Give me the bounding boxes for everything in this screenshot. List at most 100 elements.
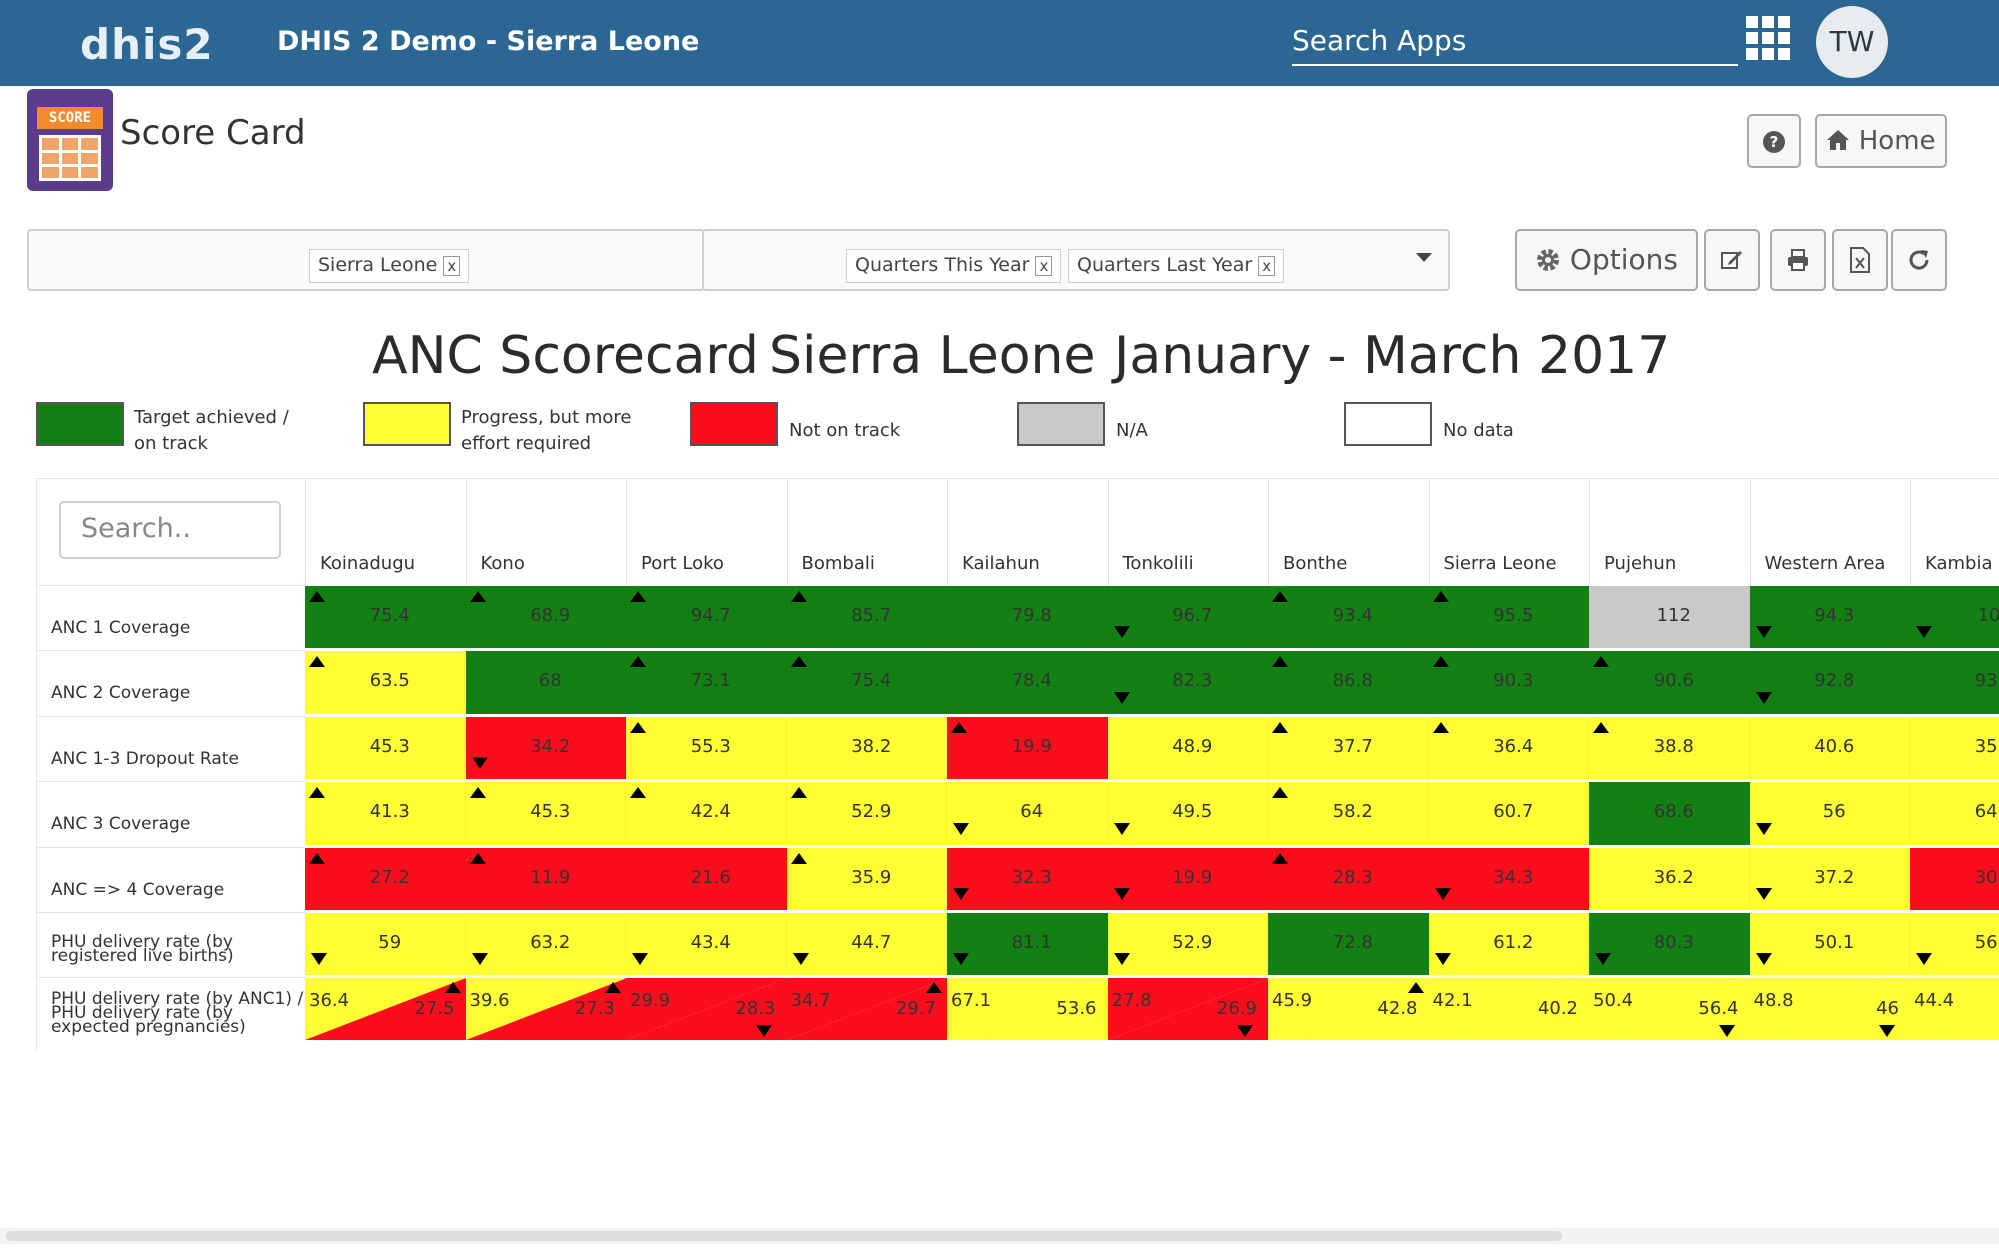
score-cell[interactable]: 32.3 <box>947 847 1108 910</box>
score-cell[interactable]: 58.2 <box>1268 782 1429 845</box>
row-label[interactable]: PHU delivery rate (by registered live bi… <box>37 912 305 977</box>
row-label[interactable]: ANC 1 Coverage <box>37 585 305 650</box>
score-cell[interactable]: 36.4 27.5 <box>305 978 466 1041</box>
score-cell[interactable]: 41.3 <box>305 782 466 845</box>
column-header[interactable]: Bonthe <box>1268 479 1429 585</box>
score-cell[interactable]: 45.9 42.8 <box>1268 978 1429 1041</box>
score-cell[interactable]: 100 <box>1910 586 1999 649</box>
row-label[interactable]: ANC 1-3 Dropout Rate <box>37 715 305 781</box>
score-cell[interactable]: 34.2 <box>465 716 626 780</box>
row-label[interactable]: ANC 2 Coverage <box>37 650 305 715</box>
score-cell[interactable]: 45.3 <box>305 716 466 780</box>
score-cell[interactable]: 75.4 <box>305 586 466 649</box>
score-cell[interactable]: 55.3 <box>626 716 787 780</box>
score-cell[interactable]: 30.2 <box>1910 847 1999 910</box>
score-cell[interactable]: 86.8 <box>1268 651 1429 714</box>
score-cell[interactable]: 21.6 <box>626 847 787 910</box>
column-header[interactable]: Port Loko <box>626 479 787 585</box>
export-excel-button[interactable] <box>1832 229 1888 291</box>
score-cell[interactable]: 27.8 26.9 <box>1107 978 1269 1041</box>
apps-grid-icon[interactable] <box>1746 16 1790 60</box>
score-cell[interactable]: 63.2 <box>465 913 626 976</box>
score-cell[interactable]: 36.4 <box>1428 716 1589 780</box>
row-label[interactable]: ANC 3 Coverage <box>37 781 305 846</box>
score-cell[interactable]: 90.6 <box>1589 651 1750 714</box>
score-cell[interactable]: 50.1 <box>1749 913 1910 976</box>
score-cell[interactable]: 39.6 27.3 <box>465 978 627 1041</box>
score-cell[interactable]: 59 <box>305 913 466 976</box>
score-cell[interactable]: 95.5 <box>1428 586 1589 649</box>
score-cell[interactable]: 96.7 <box>1107 586 1268 649</box>
score-cell[interactable]: 19.9 <box>1107 847 1268 910</box>
column-header[interactable]: Kambia <box>1910 479 1999 585</box>
refresh-button[interactable] <box>1891 229 1947 291</box>
score-cell[interactable]: 44.4 <box>1910 978 1999 1041</box>
score-cell[interactable]: 38.2 <box>786 716 947 780</box>
column-header[interactable]: Tonkolili <box>1107 479 1269 585</box>
search-apps-input[interactable]: Search Apps <box>1292 20 1738 66</box>
score-cell[interactable]: 40.6 <box>1749 716 1910 780</box>
score-cell[interactable]: 56 <box>1749 782 1910 845</box>
score-cell[interactable]: 68.6 <box>1589 782 1750 845</box>
score-cell[interactable]: 56.6 <box>1910 913 1999 976</box>
score-cell[interactable]: 78.4 <box>947 651 1108 714</box>
chevron-down-icon[interactable] <box>1416 253 1432 262</box>
period-selector[interactable]: Quarters This Year x Quarters Last Year x <box>702 229 1450 291</box>
score-cell[interactable]: 73.1 <box>626 651 787 714</box>
user-avatar[interactable]: TW <box>1816 6 1888 78</box>
score-cell[interactable]: 50.4 56.4 <box>1589 978 1750 1041</box>
score-cell[interactable]: 45.3 <box>465 782 626 845</box>
score-cell[interactable]: 61.2 <box>1428 913 1589 976</box>
org-unit-selector[interactable]: Sierra Leone x <box>27 229 705 291</box>
remove-org-chip-button[interactable]: x <box>443 256 461 276</box>
score-cell[interactable]: 94.7 <box>626 586 787 649</box>
score-cell[interactable]: 81.1 <box>947 913 1108 976</box>
score-cell[interactable]: 68 <box>465 651 626 714</box>
score-cell[interactable]: 35.9 <box>786 847 947 910</box>
remove-period-chip-button[interactable]: x <box>1258 256 1276 276</box>
scrollbar-thumb[interactable] <box>6 1231 1562 1241</box>
score-cell[interactable]: 36.2 <box>1589 847 1750 910</box>
score-cell[interactable]: 80.3 <box>1589 913 1750 976</box>
column-header[interactable]: Koinadugu <box>305 479 466 585</box>
score-cell[interactable]: 60.7 <box>1428 782 1589 845</box>
score-cell[interactable]: 48.8 46 <box>1749 978 1911 1041</box>
score-cell[interactable]: 28.3 <box>1268 847 1429 910</box>
score-cell[interactable]: 34.3 <box>1428 847 1589 910</box>
column-header[interactable]: Kailahun <box>947 479 1108 585</box>
options-button[interactable]: Options <box>1515 229 1698 291</box>
column-header[interactable]: Sierra Leone <box>1428 479 1590 585</box>
score-cell[interactable]: 42.1 40.2 <box>1428 978 1590 1041</box>
edit-button[interactable] <box>1704 229 1760 291</box>
horizontal-scrollbar[interactable] <box>0 1228 1999 1244</box>
score-cell[interactable]: 27.2 <box>305 847 466 910</box>
dhis2-logo[interactable]: dhis2 <box>80 20 214 69</box>
column-header[interactable]: Bombali <box>786 479 948 585</box>
score-cell[interactable]: 49.5 <box>1107 782 1268 845</box>
score-cell[interactable]: 63.5 <box>305 651 466 714</box>
score-cell[interactable]: 48.9 <box>1107 716 1268 780</box>
score-cell[interactable]: 68.9 <box>465 586 626 649</box>
print-button[interactable] <box>1770 229 1826 291</box>
home-button[interactable]: Home <box>1815 114 1947 168</box>
score-cell[interactable]: 75.4 <box>786 651 947 714</box>
score-cell[interactable]: 64 <box>947 782 1108 845</box>
column-header[interactable]: Pujehun <box>1589 479 1750 585</box>
score-cell[interactable]: 19.9 <box>947 716 1108 780</box>
row-label[interactable]: PHU delivery rate (by ANC1) / PHU delive… <box>37 977 305 1042</box>
score-cell[interactable]: 52.9 <box>786 782 947 845</box>
score-cell[interactable]: 44.7 <box>786 913 947 976</box>
score-cell[interactable]: 93.4 <box>1268 586 1429 649</box>
score-cell[interactable]: 112 <box>1589 586 1750 649</box>
column-header[interactable]: Western Area <box>1749 479 1911 585</box>
score-cell[interactable]: 43.4 <box>626 913 787 976</box>
score-cell[interactable]: 34.7 29.7 <box>786 978 948 1041</box>
score-cell[interactable]: 37.7 <box>1268 716 1429 780</box>
score-cell[interactable]: 93.7 <box>1910 651 1999 714</box>
column-header[interactable]: Kono <box>465 479 627 585</box>
score-cell[interactable]: 90.3 <box>1428 651 1589 714</box>
score-cell[interactable]: 37.2 <box>1749 847 1910 910</box>
remove-period-chip-button[interactable]: x <box>1035 256 1053 276</box>
score-cell[interactable]: 85.7 <box>786 586 947 649</box>
score-cell[interactable]: 35.8 <box>1910 716 1999 780</box>
